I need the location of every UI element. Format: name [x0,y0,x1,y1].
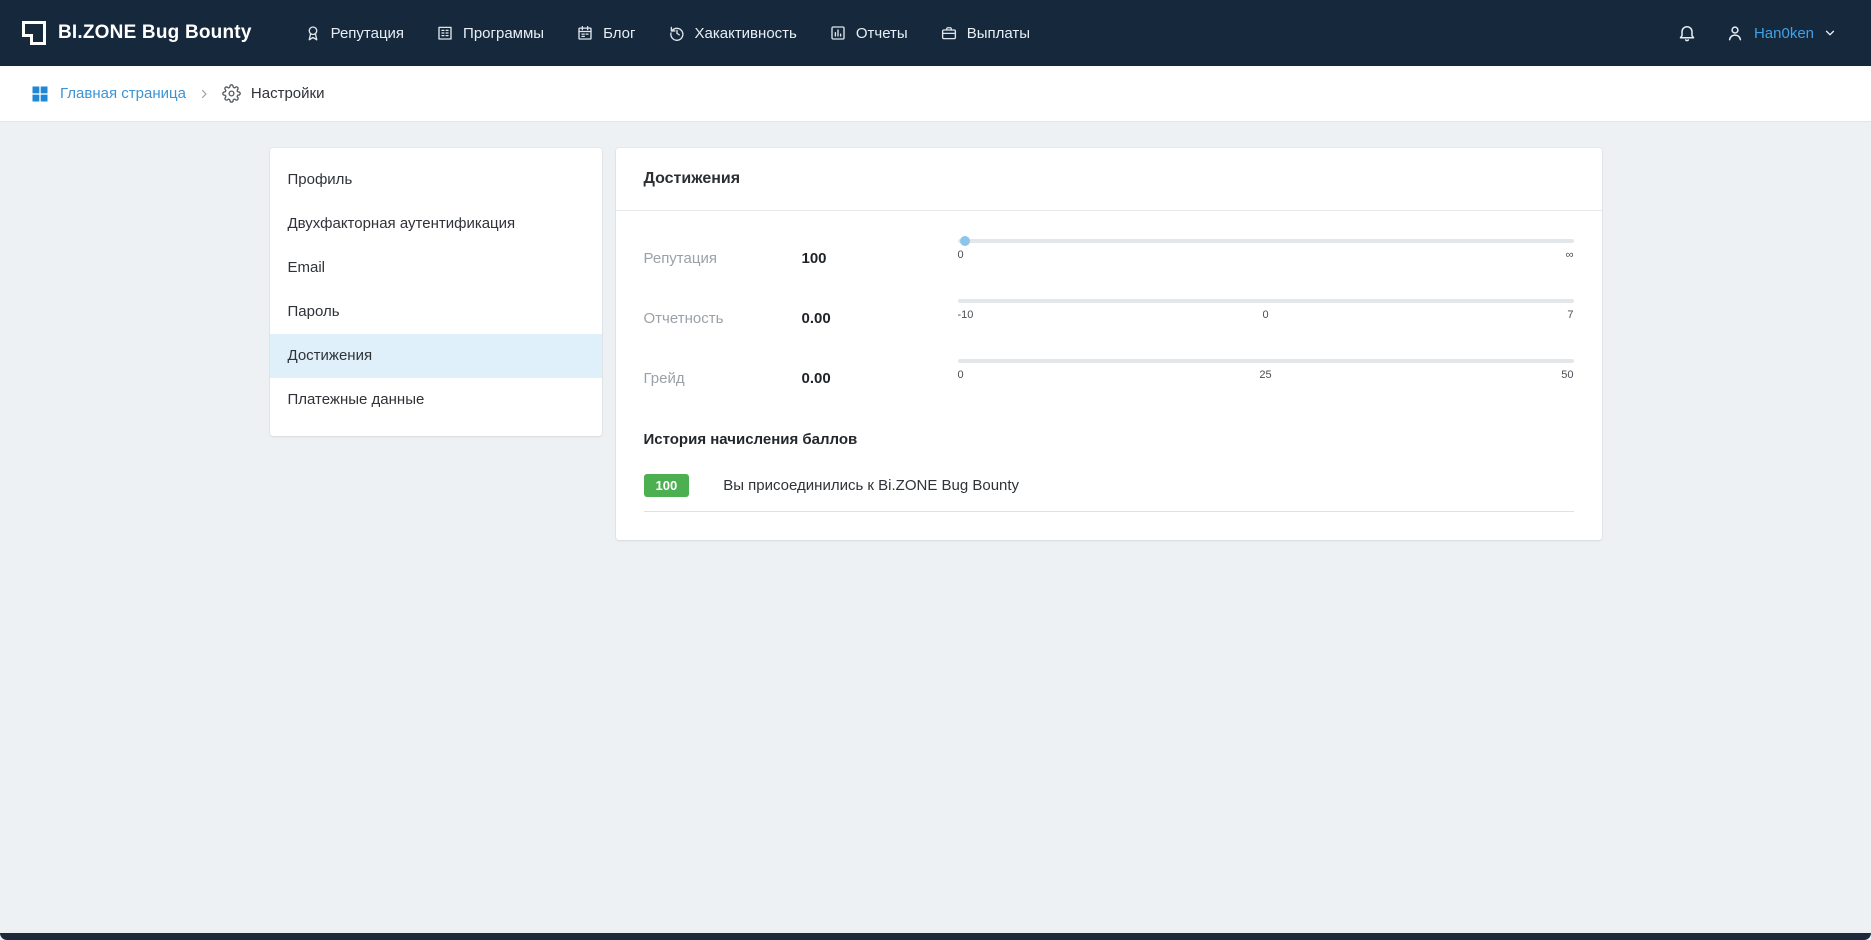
metric-label: Грейд [644,370,802,387]
nav-item-label: Выплаты [967,25,1030,42]
nav-item-programs[interactable]: Программы [436,24,544,42]
nav-item-reports[interactable]: Отчеты [829,24,908,42]
slider-scale: 0 25 50 [958,369,1574,381]
panel-title: Достижения [616,148,1602,211]
points-badge: 100 [644,474,690,497]
menu-item-achievements[interactable]: Достижения [270,334,602,378]
window-bottom-edge [0,933,1871,940]
nav-item-label: Блог [603,25,635,42]
achievements-panel: Достижения Репутация 100 0 ∞ [616,148,1602,540]
menu-item-profile[interactable]: Профиль [270,158,602,202]
metric-row-reporting: Отчетность 0.00 -10 0 7 [644,299,1574,337]
main-content: Профиль Двухфакторная аутентификация Ema… [270,148,1602,540]
brand[interactable]: BI.ZONE Bug Bounty [22,21,252,45]
slider-scale: 0 ∞ [958,249,1574,261]
reports-icon [829,24,847,42]
scale-min: -10 [958,309,974,321]
menu-item-password[interactable]: Пароль [270,290,602,334]
nav-item-label: Отчеты [856,25,908,42]
slider-track [958,239,1574,243]
menu-item-payment-details[interactable]: Платежные данные [270,378,602,422]
nav-item-payouts[interactable]: Выплаты [940,24,1030,42]
chevron-down-icon [1823,26,1837,40]
history-row: 100 Вы присоединились к Bi.ZONE Bug Boun… [644,474,1574,512]
main-nav: Репутация Программы Блог Хакактивность О… [304,24,1030,42]
metric-value: 0.00 [802,370,958,387]
gear-icon [222,84,241,103]
history-title: История начисления баллов [644,431,1574,448]
breadcrumb-home[interactable]: Главная страница [30,84,186,104]
grade-slider: 0 25 50 [958,359,1574,397]
menu-item-email[interactable]: Email [270,246,602,290]
brand-name: BI.ZONE Bug Bounty [58,22,252,44]
scale-max: 50 [1561,369,1573,381]
slider-track [958,359,1574,363]
scale-mid: 25 [1259,369,1271,381]
nav-item-blog[interactable]: Блог [576,24,635,42]
scale-max: ∞ [1566,249,1574,261]
chevron-right-icon [198,88,210,100]
metric-label: Отчетность [644,310,802,327]
menu-item-two-factor[interactable]: Двухфакторная аутентификация [270,202,602,246]
slider-handle [960,236,970,246]
blog-icon [576,24,594,42]
reputation-icon [304,24,322,42]
metric-label: Репутация [644,250,802,267]
programs-icon [436,24,454,42]
reporting-slider: -10 0 7 [958,299,1574,337]
nav-item-reputation[interactable]: Репутация [304,24,404,42]
reputation-slider: 0 ∞ [958,239,1574,277]
navbar-right: Han0ken [1677,23,1837,43]
nav-item-label: Программы [463,25,544,42]
payouts-icon [940,24,958,42]
top-navbar: BI.ZONE Bug Bounty Репутация Программы Б… [0,0,1871,66]
metric-value: 0.00 [802,310,958,327]
scale-mid: 0 [1262,309,1268,321]
slider-track [958,299,1574,303]
home-grid-icon [30,84,50,104]
breadcrumb-current-label: Настройки [251,85,325,102]
scale-min: 0 [958,369,964,381]
panel-body: Репутация 100 0 ∞ Отчетность 0.00 [616,211,1602,540]
metric-row-reputation: Репутация 100 0 ∞ [644,239,1574,277]
bizone-logo-icon [22,21,46,45]
metric-value: 100 [802,250,958,267]
breadcrumb-current: Настройки [222,84,325,103]
slider-scale: -10 0 7 [958,309,1574,321]
nav-item-hackactivity[interactable]: Хакактивность [668,24,797,42]
nav-item-label: Хакактивность [695,25,797,42]
breadcrumb-home-link[interactable]: Главная страница [60,85,186,102]
user-name: Han0ken [1754,25,1814,42]
history-text: Вы присоединились к Bi.ZONE Bug Bounty [723,477,1019,494]
settings-menu: Профиль Двухфакторная аутентификация Ema… [270,148,602,436]
scale-min: 0 [958,249,964,261]
metric-row-grade: Грейд 0.00 0 25 50 [644,359,1574,397]
breadcrumb: Главная страница Настройки [0,66,1871,122]
scale-max: 7 [1567,309,1573,321]
user-menu[interactable]: Han0ken [1725,23,1837,43]
hackactivity-icon [668,24,686,42]
nav-item-label: Репутация [331,25,404,42]
user-icon [1725,23,1745,43]
notifications-bell-icon[interactable] [1677,23,1697,43]
